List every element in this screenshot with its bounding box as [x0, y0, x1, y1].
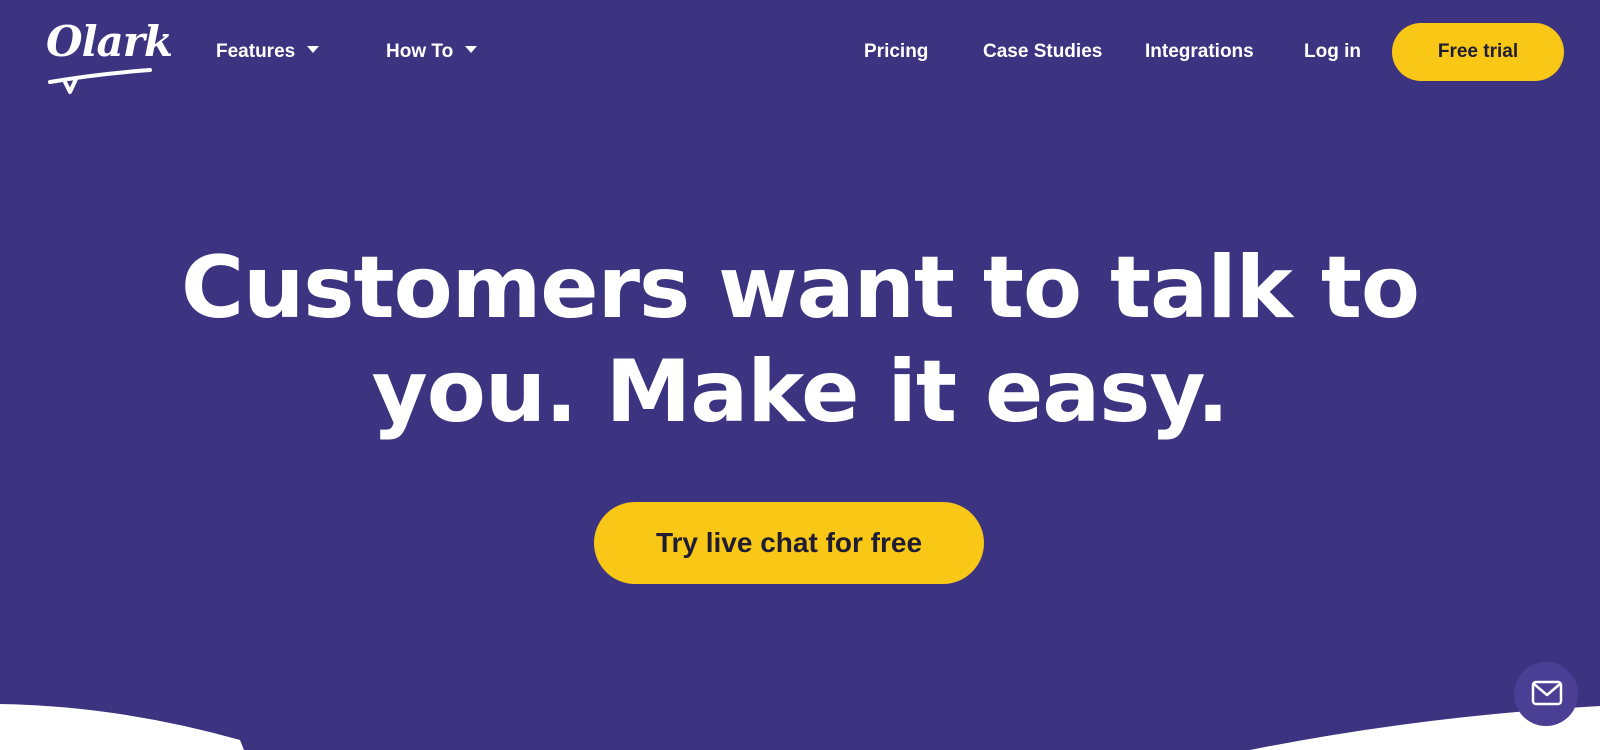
chat-launcher-button[interactable]	[1514, 662, 1578, 726]
nav-features-dropdown[interactable]: Features	[216, 38, 320, 66]
nav-case-studies-link[interactable]: Case Studies	[983, 38, 1102, 66]
hero-headline-line1: Customers want to talk to	[180, 238, 1420, 338]
chevron-down-icon	[307, 46, 320, 54]
hero-bottom-wave	[0, 704, 1600, 750]
mail-icon	[1531, 680, 1563, 706]
logo-speech-bubble-icon	[48, 68, 152, 94]
olark-logo[interactable]: Olark	[46, 16, 173, 94]
nav-pricing-link[interactable]: Pricing	[864, 38, 928, 66]
chevron-down-icon	[465, 46, 478, 54]
hero-headline-line2: you. Make it easy.	[371, 342, 1230, 442]
nav-login-link[interactable]: Log in	[1304, 38, 1361, 66]
free-trial-button[interactable]: Free trial	[1392, 23, 1564, 81]
site-header: Olark Features How To Pricing Case Studi…	[0, 0, 1600, 106]
nav-features-label: Features	[216, 41, 296, 62]
nav-howto-dropdown[interactable]: How To	[386, 38, 478, 66]
nav-integrations-link[interactable]: Integrations	[1145, 38, 1254, 66]
landing-page: Olark Features How To Pricing Case Studi…	[0, 0, 1600, 750]
hero-headline: Customers want to talk to you. Make it e…	[100, 236, 1500, 444]
try-live-chat-button[interactable]: Try live chat for free	[594, 502, 984, 584]
nav-howto-label: How To	[386, 41, 454, 62]
